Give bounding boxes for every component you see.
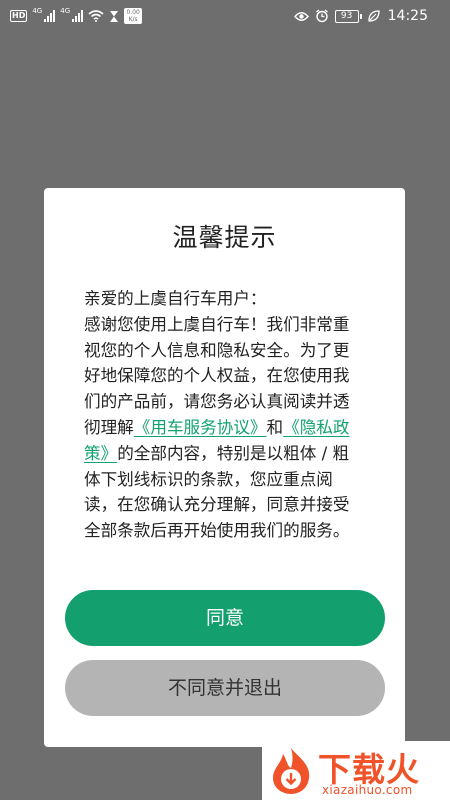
status-right: 93 14:25 <box>293 8 428 24</box>
service-agreement-link[interactable]: 《用车服务协议》 <box>134 418 267 437</box>
eye-icon <box>293 11 309 22</box>
message-connector: 和 <box>266 417 284 437</box>
status-time: 14:25 <box>387 8 428 24</box>
status-bar: HD 4G 4G 0.00 K/s 93 14:25 <box>0 0 450 34</box>
screen: HD 4G 4G 0.00 K/s 93 14:25 温馨提示 亲爱的上虞自行车… <box>0 0 450 800</box>
battery-icon: 93 <box>334 9 362 23</box>
flame-logo-icon <box>267 746 315 800</box>
agree-button[interactable]: 同意 <box>65 590 385 646</box>
dialog-title: 温馨提示 <box>172 223 277 252</box>
leaf-icon <box>367 10 380 22</box>
hourglass-icon <box>109 10 119 23</box>
network-type-label: 4G <box>32 7 43 15</box>
signal-icon <box>44 10 56 22</box>
privacy-dialog: 温馨提示 亲爱的上虞自行车用户： 感谢您使用上虞自行车！我们非常重视您的个人信息… <box>44 188 405 747</box>
battery-level: 93 <box>334 9 359 23</box>
network-type-label: 4G <box>60 7 71 15</box>
message-text-after: 的全部内容，特别是以粗体 / 粗体下划线标识的条款，您应重点阅读，在您确认充分理… <box>84 443 350 541</box>
disagree-exit-button[interactable]: 不同意并退出 <box>65 660 385 716</box>
speed-icon: 0.00 K/s <box>124 8 143 24</box>
watermark: 下载火 xiazaihuo.com <box>262 741 450 800</box>
hd-icon: HD <box>10 10 28 22</box>
wifi-icon <box>88 10 104 22</box>
dialog-body-scroll[interactable]: 亲爱的上虞自行车用户： 感谢您使用上虞自行车！我们非常重视您的个人信息和隐私安全… <box>84 286 354 564</box>
alarm-icon <box>315 9 329 23</box>
status-left: HD 4G 4G 0.00 K/s <box>10 7 143 24</box>
watermark-brand-en: xiazaihuo.com <box>322 783 413 797</box>
signal-icon <box>72 10 84 22</box>
dialog-message: 感谢您使用上虞自行车！我们非常重视您的个人信息和隐私安全。为了更好地保障您的个人… <box>84 312 354 544</box>
dialog-greeting: 亲爱的上虞自行车用户： <box>84 289 267 308</box>
